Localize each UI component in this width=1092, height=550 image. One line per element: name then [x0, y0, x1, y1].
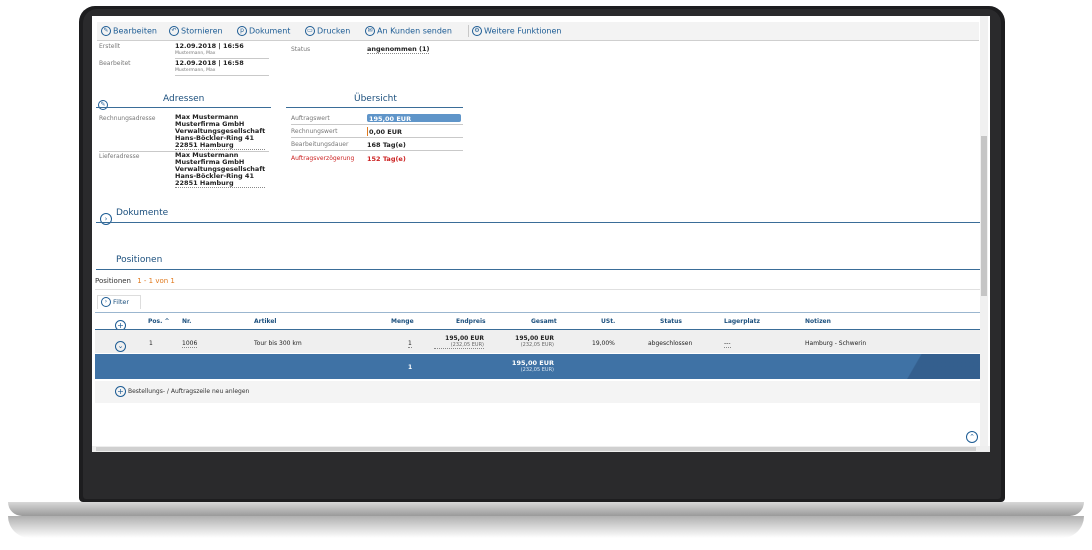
chevron-down-icon: ⌄ [115, 341, 126, 352]
delivery-address-label: Lieferadresse [99, 153, 140, 160]
printer-icon: ▭ [305, 26, 315, 36]
edited-value: 12.09.2018 | 16:58 [175, 59, 244, 67]
vertical-scrollbar-thumb[interactable] [981, 136, 987, 296]
scroll-to-top-button[interactable]: ⌃ [966, 426, 980, 445]
more-functions-button[interactable]: ⚙ Weitere Funktionen [472, 26, 561, 36]
row-pos: 1 [149, 340, 153, 347]
pdf-icon: p [237, 26, 247, 36]
order-value-label: Auftragswert [291, 115, 330, 122]
overview-underline [286, 107, 463, 108]
positions-underline [96, 269, 980, 270]
pencil-icon: ✎ [98, 99, 108, 110]
undo-icon: ↶ [169, 26, 179, 36]
edited-label: Bearbeitet [99, 60, 131, 67]
sum-qty: 1 [408, 364, 413, 371]
addresses-title: Adressen [163, 94, 205, 104]
column-header-article[interactable]: Artikel [254, 318, 276, 325]
pencil-icon: ✎ [101, 26, 111, 36]
column-header-nr[interactable]: Nr. [182, 318, 191, 325]
sum-total: 195,00 EUR (232,05 EUR) [511, 359, 554, 373]
sum-bar-decoration [872, 354, 980, 379]
column-header-notes[interactable]: Notizen [805, 318, 831, 325]
send-to-customer-button[interactable]: ✉ An Kunden senden [365, 26, 452, 36]
row-status: abgeschlossen [648, 340, 693, 347]
row-notes: Hamburg - Schwerin [805, 340, 867, 347]
positions-title: Positionen [116, 255, 163, 265]
row-article: Tour bis 300 km [254, 340, 302, 347]
duration-value: 168 Tag(e) [367, 141, 406, 149]
column-header-pos[interactable]: Pos. ^ [148, 318, 170, 325]
plus-icon: + [115, 386, 126, 397]
edit-addresses-button[interactable]: ✎ [98, 94, 110, 113]
delay-label: Auftragsverzögerung [291, 155, 355, 162]
horizontal-scrollbar-thumb[interactable] [96, 447, 976, 451]
status-value[interactable]: angenommen (1) [367, 45, 430, 54]
row-end-price[interactable]: 195,00 EUR (232,05 EUR) [434, 335, 484, 349]
delay-value: 152 Tag(e) [367, 155, 406, 163]
add-order-line-button[interactable]: + Bestellungs- / Auftragszeile neu anlege… [115, 386, 249, 397]
chevron-right-icon: › [101, 297, 111, 307]
print-button[interactable]: ▭ Drucken [305, 26, 350, 36]
row-qty[interactable]: 1 [408, 340, 412, 348]
expand-documents-button[interactable]: › [100, 208, 114, 227]
documents-underline [96, 222, 980, 223]
row-storage[interactable]: --- [724, 340, 731, 348]
column-header-vat[interactable]: USt. [601, 318, 615, 325]
created-by: Mustermann, Max [175, 51, 216, 56]
toolbar: ✎ Bearbeiten ↶ Stornieren p Dokument ▭ Druck… [97, 22, 979, 41]
app-screen: ✎ Bearbeiten ↶ Stornieren p Dokument ▭ Druck… [92, 16, 990, 452]
laptop-base [8, 502, 1084, 516]
addresses-underline [96, 107, 271, 108]
divider [95, 289, 980, 290]
delivery-address[interactable]: Max Mustermann Musterfirma GmbH Verwaltu… [175, 152, 266, 188]
gear-icon: ⚙ [472, 26, 482, 36]
edited-by: Mustermann, Max [175, 68, 216, 73]
overview-title: Übersicht [354, 94, 397, 104]
created-value: 12.09.2018 | 16:56 [175, 42, 244, 50]
column-header-qty[interactable]: Menge [391, 318, 414, 325]
mail-icon: ✉ [365, 26, 375, 36]
created-label: Erstellt [99, 43, 121, 50]
invoice-value: 0,00 EUR [369, 128, 403, 136]
documents-title[interactable]: Dokumente [116, 208, 168, 218]
row-nr[interactable]: 1006 [182, 340, 198, 348]
divider [291, 150, 463, 151]
row-vat: 19,00% [592, 340, 615, 347]
chevron-up-icon: ⌃ [966, 430, 978, 443]
filter-tab[interactable]: › Filter [97, 295, 141, 309]
laptop-base-shadow [8, 516, 1084, 538]
sort-ascending-icon: ^ [164, 318, 170, 325]
billing-address-label: Rechnungsadresse [99, 115, 156, 122]
divider [291, 137, 463, 138]
table-top-border [95, 312, 980, 313]
column-header-storage[interactable]: Lagerplatz [724, 318, 760, 325]
divider [291, 124, 463, 125]
invoice-value-bar [367, 127, 368, 136]
row-total: 195,00 EUR (232,05 EUR) [515, 335, 554, 348]
column-header-total[interactable]: Gesamt [531, 318, 557, 325]
positions-count: Positionen 1 - 1 von 1 [95, 277, 175, 285]
expand-row-button[interactable]: ⌄ [115, 336, 128, 355]
cancel-button[interactable]: ↶ Stornieren [169, 26, 223, 36]
order-value: 195,00 EUR [369, 115, 412, 123]
status-label: Status [291, 46, 311, 53]
column-header-status[interactable]: Status [660, 318, 682, 325]
column-header-end-price[interactable]: Endpreis [456, 318, 486, 325]
divider [175, 75, 269, 76]
edit-button[interactable]: ✎ Bearbeiten [101, 26, 157, 36]
invoice-value-label: Rechnungswert [291, 128, 338, 135]
document-button[interactable]: p Dokument [237, 26, 290, 36]
duration-label: Bearbeitungsdauer [291, 141, 349, 148]
toolbar-divider [468, 25, 469, 37]
billing-address[interactable]: Max Mustermann Musterfirma GmbH Verwaltu… [175, 114, 266, 150]
